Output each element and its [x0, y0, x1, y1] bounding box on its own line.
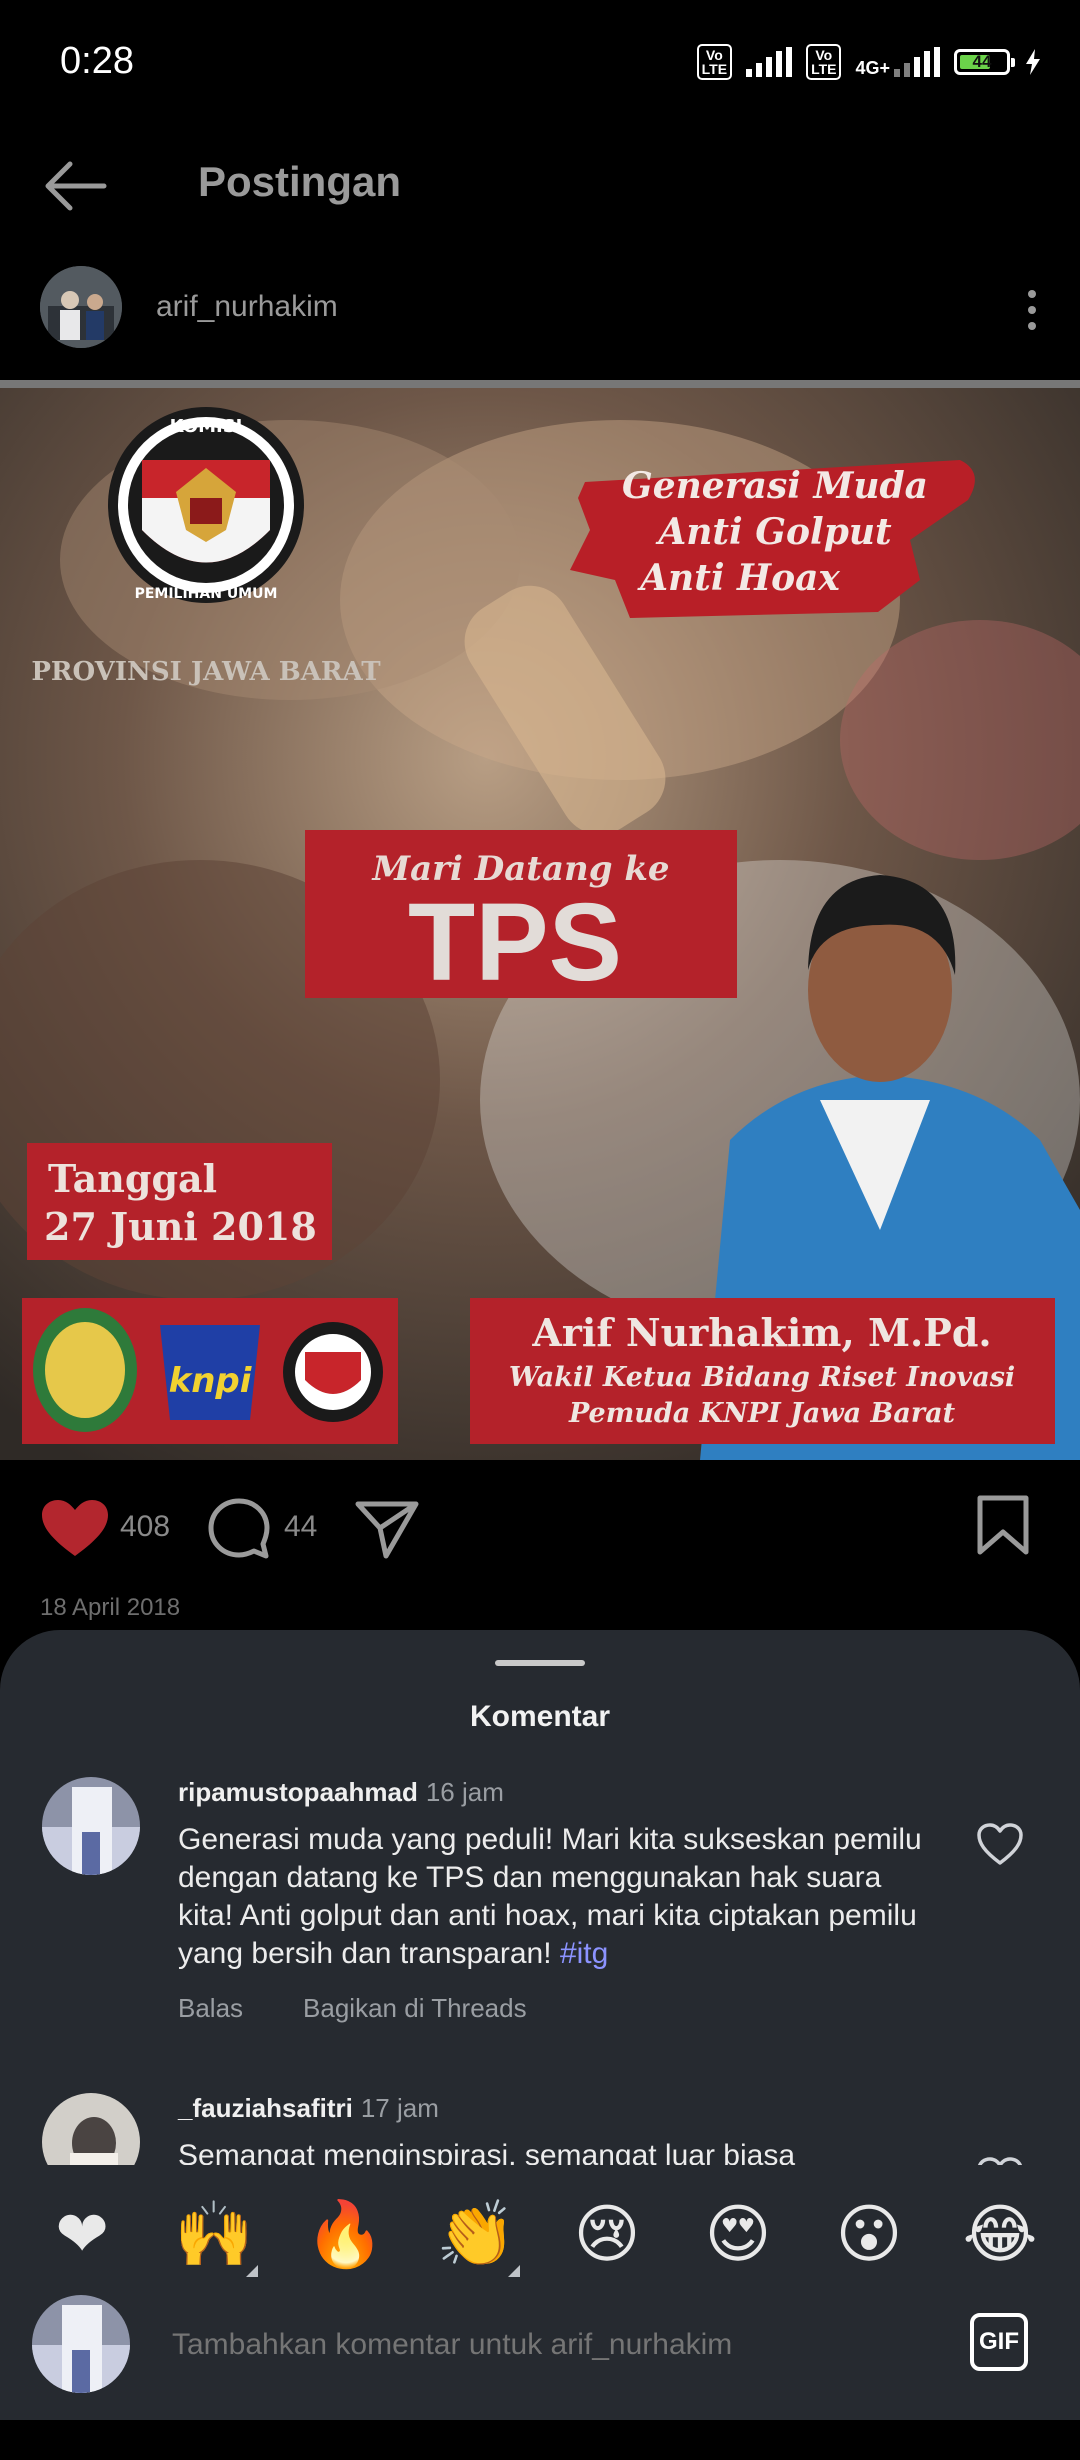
battery-level: 44	[972, 52, 992, 71]
comment-input[interactable]	[170, 2327, 954, 2363]
comment-like-heart-icon[interactable]	[976, 1821, 1024, 1869]
emoji-heart[interactable]: ❤	[40, 2193, 124, 2277]
comment-icon[interactable]	[206, 1496, 272, 1562]
charging-icon	[1026, 49, 1040, 75]
emoji-reaction-bar: ❤ 🙌 🔥 👏 😢 😍 😮 😂	[0, 2165, 1080, 2295]
status-icons: Vo LTE Vo LTE 4G+ 44	[696, 44, 1042, 80]
signal-icon	[746, 47, 793, 77]
commenter-username[interactable]: _fauziahsafitri	[178, 2093, 353, 2123]
emoji-fire[interactable]: 🔥	[303, 2193, 387, 2277]
emoji-laughing[interactable]: 😂	[958, 2193, 1042, 2277]
post-date: 18 April 2018	[40, 1594, 181, 1621]
author-avatar[interactable]	[40, 266, 122, 348]
emoji-clapping[interactable]: 👏	[434, 2193, 520, 2277]
app-bar: Postingan	[0, 130, 1080, 240]
knpi-logo-text: knpi	[169, 1361, 253, 1401]
post-image-graphic: KOMISI PEMILIHAN UMUM PROVINSI JAWA BARA…	[0, 380, 1080, 1460]
sheet-drag-handle[interactable]	[495, 1660, 585, 1666]
post-header: arif_nurhakim	[0, 262, 1080, 357]
volte-icon: Vo LTE	[696, 44, 733, 80]
author-username[interactable]: arif_nurhakim	[156, 290, 338, 324]
comment-time: 16 jam	[425, 1777, 504, 1807]
back-button[interactable]	[38, 154, 118, 214]
gif-button[interactable]: GIF	[970, 2313, 1028, 2371]
date-value: 27 Juni 2018	[44, 1204, 317, 1249]
more-options-button[interactable]	[1012, 280, 1052, 340]
emoji-crying[interactable]: 😢	[565, 2193, 649, 2277]
battery-icon: 44	[954, 49, 1015, 75]
arrow-left-icon	[45, 161, 107, 211]
commenter-username[interactable]: ripamustopaahmad	[178, 1777, 418, 1807]
slogan-line-3: Anti Hoax	[637, 557, 840, 599]
person-role-2: Pemuda KNPI Jawa Barat	[568, 1398, 956, 1429]
kpu-logo-subtext: PEMILIHAN UMUM	[135, 586, 278, 602]
commenter-avatar[interactable]	[42, 1777, 140, 1875]
current-user-avatar	[32, 2295, 130, 2393]
comment-time: 17 jam	[360, 2093, 439, 2123]
slogan-line-2: Anti Golput	[655, 511, 892, 553]
more-vertical-icon	[1028, 290, 1036, 330]
comment-hashtag-link[interactable]: #itg	[560, 1937, 608, 1970]
comment-count: 44	[284, 1510, 318, 1543]
province-text: PROVINSI JAWA BARAT	[31, 657, 381, 687]
sheet-title: Komentar	[469, 1700, 611, 1733]
emoji-surprised[interactable]: 😮	[827, 2193, 911, 2277]
status-bar: 0:28 Vo LTE Vo LTE 4G+ 44	[0, 0, 1080, 130]
cta-big-text: TPS	[408, 881, 622, 1004]
network-type: 4G+	[855, 58, 890, 78]
bookmark-icon[interactable]	[976, 1494, 1030, 1556]
like-heart-icon[interactable]	[40, 1498, 110, 1560]
status-time: 0:28	[60, 40, 134, 82]
emoji-raising-hands[interactable]: 🙌	[172, 2193, 258, 2277]
share-send-icon[interactable]	[354, 1498, 420, 1560]
person-role-1: Wakil Ketua Bidang Riset Inovasi	[509, 1362, 1015, 1393]
signal-icon-2: 4G+	[855, 47, 940, 77]
like-count: 408	[120, 1510, 171, 1543]
comment-text: Generasi muda yang peduli! Mari kita suk…	[178, 1821, 938, 1973]
emoji-heart-eyes[interactable]: 😍	[696, 2193, 780, 2277]
slogan-line-1: Generasi Muda	[622, 465, 928, 507]
navigation-bar-area	[0, 2420, 1080, 2460]
date-label: Tanggal	[48, 1156, 217, 1201]
comment-composer: GIF	[0, 2295, 1080, 2420]
volte-icon-2: Vo LTE	[806, 44, 842, 80]
comment-body: Generasi muda yang peduli! Mari kita suk…	[178, 1823, 922, 1970]
post-actions: 408 44	[0, 1480, 1080, 1570]
person-name: Arif Nurhakim, M.Pd.	[531, 1310, 991, 1355]
share-to-threads-button[interactable]: Bagikan di Threads	[303, 1993, 527, 2023]
post-image[interactable]: KOMISI PEMILIHAN UMUM PROVINSI JAWA BARA…	[0, 380, 1080, 1460]
kpu-logo-text: KOMISI	[170, 416, 243, 437]
page-title: Postingan	[198, 158, 402, 205]
reply-button[interactable]: Balas	[178, 1993, 243, 2023]
comment-actions: Balas Bagikan di Threads	[178, 1993, 587, 2024]
